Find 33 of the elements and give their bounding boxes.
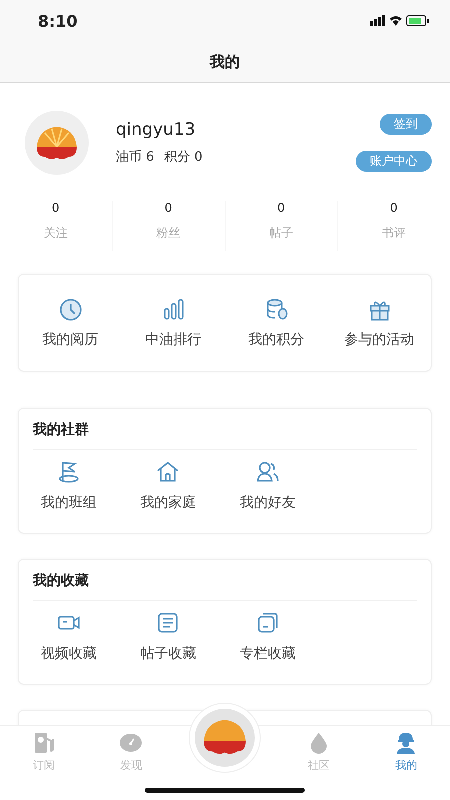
coins-icon bbox=[264, 298, 288, 322]
gauge-icon bbox=[119, 731, 144, 755]
flag-icon bbox=[56, 460, 81, 484]
house-icon bbox=[156, 460, 180, 484]
stat-count[interactable]: 0 bbox=[164, 201, 172, 215]
username: qingyu13 bbox=[116, 120, 197, 140]
section-title: 我的收藏 bbox=[33, 572, 90, 591]
menu-label[interactable]: 我的阅历 bbox=[42, 330, 98, 348]
bar-chart-icon bbox=[162, 298, 186, 322]
status-icons bbox=[370, 14, 430, 28]
stat-count[interactable]: 0 bbox=[278, 201, 286, 215]
menu-label[interactable]: 专栏收藏 bbox=[240, 645, 296, 663]
document-icon bbox=[156, 611, 180, 635]
menu-label[interactable]: 中油排行 bbox=[146, 330, 202, 348]
people-icon bbox=[256, 460, 280, 484]
center-logo-button[interactable] bbox=[195, 709, 255, 767]
menu-label[interactable]: 我的家庭 bbox=[140, 494, 196, 512]
section-title: 我的社群 bbox=[33, 421, 90, 440]
menu-label[interactable]: 我的好友 bbox=[240, 494, 296, 512]
points-text: 积分 0 bbox=[164, 149, 203, 166]
page-title: 我的 bbox=[210, 52, 240, 72]
logo-icon bbox=[204, 720, 246, 756]
coins-text: 油币 6 bbox=[116, 149, 154, 166]
status-time: 8:10 bbox=[38, 12, 78, 30]
clock-icon bbox=[58, 298, 82, 322]
menu-label[interactable]: 视频收藏 bbox=[40, 645, 97, 663]
stat-count[interactable]: 0 bbox=[52, 201, 60, 215]
menu-label[interactable]: 我的积分 bbox=[248, 330, 304, 348]
menu-label[interactable]: 我的班组 bbox=[40, 494, 97, 512]
menu-label[interactable]: 参与的活动 bbox=[344, 330, 414, 348]
menu-label[interactable]: 帖子收藏 bbox=[140, 645, 196, 663]
stat-count[interactable]: 0 bbox=[390, 201, 398, 215]
stacked-pages-icon bbox=[256, 611, 280, 635]
